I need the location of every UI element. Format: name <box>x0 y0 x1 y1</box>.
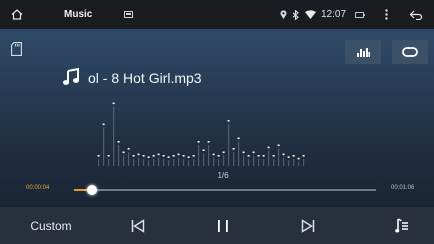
repeat-button[interactable] <box>392 40 428 64</box>
back-icon[interactable] <box>406 0 426 29</box>
song-title: ol - 8 Hot Girl.mp3 <box>88 70 202 86</box>
previous-button[interactable] <box>118 207 158 244</box>
location-icon <box>277 0 289 29</box>
pause-button[interactable] <box>203 207 243 244</box>
equalizer-button[interactable] <box>345 40 381 64</box>
playlist-button[interactable] <box>386 207 418 244</box>
track-position: 1/6 <box>217 171 229 180</box>
next-track-icon <box>301 218 315 233</box>
battery-icon <box>353 0 367 29</box>
seek-bar[interactable] <box>74 185 376 195</box>
home-icon[interactable] <box>8 0 26 29</box>
playback-controls: Custom <box>0 207 434 244</box>
playlist-icon <box>395 217 409 234</box>
repeat-icon <box>402 47 418 57</box>
clock: 12:07 <box>321 9 347 20</box>
equalizer-icon <box>356 47 370 57</box>
app-title: Music <box>64 9 93 20</box>
more-vert-icon[interactable] <box>380 0 392 29</box>
custom-eq-button[interactable]: Custom <box>14 207 88 244</box>
sd-card-icon[interactable] <box>8 40 24 58</box>
pause-icon <box>217 219 229 233</box>
music-note-icon <box>62 67 80 91</box>
previous-track-icon <box>131 218 145 233</box>
music-app-icon <box>121 0 135 29</box>
total-time: 00:01:06 <box>391 185 415 191</box>
status-bar: Music 12:07 <box>0 0 434 29</box>
custom-label: Custom <box>30 218 72 233</box>
elapsed-time: 00:00:04 <box>26 185 50 191</box>
next-button[interactable] <box>288 207 328 244</box>
bluetooth-icon <box>289 0 301 29</box>
wifi-icon <box>303 0 317 29</box>
